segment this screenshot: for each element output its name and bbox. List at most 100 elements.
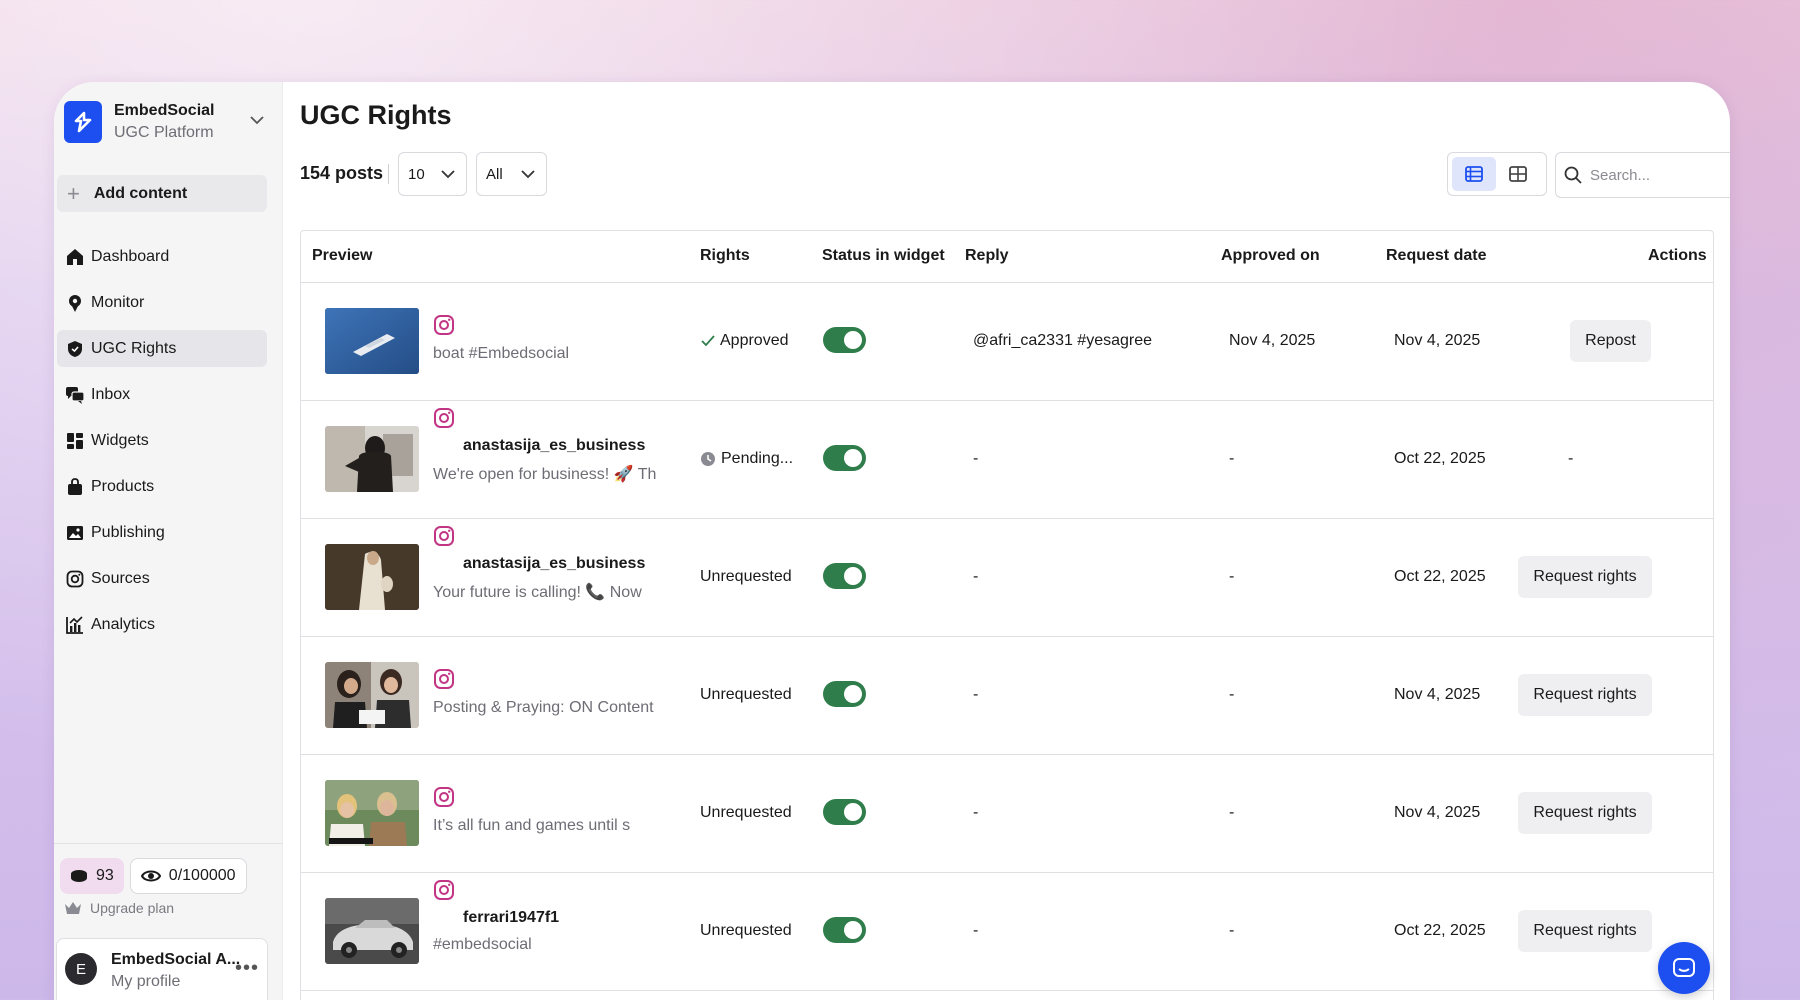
home-icon	[65, 247, 85, 267]
post-caption: boat #Embedsocial	[433, 345, 570, 362]
post-author[interactable]: anastasija_es_business	[463, 555, 645, 573]
instagram-icon	[434, 880, 454, 900]
sidebar-item-label: Analytics	[91, 615, 156, 633]
views-value: 0/100000	[168, 867, 236, 884]
list-view-icon	[1465, 166, 1483, 182]
request-date: Nov 4, 2025	[1394, 686, 1481, 703]
sidebar-item-label: Publishing	[91, 523, 165, 541]
sidebar-item-sources[interactable]: Sources	[57, 560, 267, 597]
column-header-preview: Preview	[312, 247, 373, 264]
support-chat-button[interactable]	[1658, 942, 1710, 994]
profile-card[interactable]: E EmbedSocial A... My profile •••	[56, 938, 268, 1000]
shield-icon	[65, 339, 85, 359]
list-view-button[interactable]	[1452, 157, 1496, 191]
instagram-icon	[65, 569, 85, 589]
instagram-icon	[434, 787, 454, 807]
widget-status-toggle[interactable]	[823, 445, 866, 471]
request-rights-button[interactable]: Request rights	[1518, 556, 1652, 598]
sidebar-item-label: Widgets	[91, 431, 149, 449]
search-input[interactable]	[1590, 166, 1730, 184]
table-row[interactable]: boat #Embedsocial Approved @afri_ca2331 …	[301, 283, 1713, 401]
request-date: Oct 22, 2025	[1394, 450, 1486, 467]
workspace-switcher[interactable]: EmbedSocial UGC Platform	[64, 99, 274, 145]
chat-icon	[1673, 958, 1695, 977]
widgets-icon	[65, 431, 85, 451]
post-thumbnail[interactable]	[325, 544, 419, 610]
repost-button[interactable]: Repost	[1570, 320, 1651, 362]
toolbar-divider	[388, 164, 389, 184]
widget-status-toggle[interactable]	[823, 917, 866, 943]
instagram-icon	[434, 669, 454, 689]
post-thumbnail[interactable]	[325, 662, 419, 728]
approved-on-date: -	[1229, 568, 1235, 585]
request-rights-button[interactable]: Request rights	[1518, 792, 1652, 834]
post-caption: #embedsocial	[433, 936, 532, 953]
per-page-select[interactable]: 10	[398, 152, 467, 196]
widget-status-toggle[interactable]	[823, 563, 866, 589]
post-thumbnail[interactable]	[325, 308, 419, 374]
brand-subtitle: UGC Platform	[114, 124, 214, 141]
request-rights-button[interactable]: Request rights	[1518, 674, 1652, 716]
column-header-status: Status in widget	[822, 247, 945, 264]
sidebar-item-ugc-rights[interactable]: UGC Rights	[57, 330, 267, 367]
sidebar-item-products[interactable]: Products	[57, 468, 267, 505]
search-icon	[1564, 166, 1582, 184]
credits-badge[interactable]: 93	[60, 858, 124, 894]
post-author[interactable]: ferrari1947f1	[463, 909, 559, 927]
column-header-reply: Reply	[965, 247, 1009, 264]
table-header: Preview Rights Status in widget Reply Ap…	[301, 231, 1713, 283]
grid-view-button[interactable]	[1496, 157, 1540, 191]
post-thumbnail[interactable]	[325, 780, 419, 846]
post-caption: We're open for business! 🚀 Th	[433, 466, 657, 483]
bag-icon	[65, 477, 85, 497]
add-content-label: Add content	[93, 184, 188, 202]
image-icon	[65, 523, 85, 543]
add-content-button[interactable]: + Add content	[57, 175, 267, 212]
post-thumbnail[interactable]	[325, 426, 419, 492]
widget-status-toggle[interactable]	[823, 799, 866, 825]
rights-status: Unrequested	[700, 804, 792, 821]
table-row[interactable]: anastasija_es_business We're open for bu…	[301, 401, 1713, 519]
analytics-icon	[65, 615, 85, 635]
post-caption: It’s all fun and games until s	[433, 817, 631, 834]
sidebar-divider	[54, 843, 283, 844]
table-row[interactable]: Posting & Praying: ON Content Unrequeste…	[301, 637, 1713, 755]
sidebar-item-monitor[interactable]: Monitor	[57, 284, 267, 321]
table-row[interactable]: anastasija_es_business Your future is ca…	[301, 519, 1713, 637]
credits-value: 93	[96, 867, 114, 884]
widget-status-toggle[interactable]	[823, 681, 866, 707]
sidebar-item-publishing[interactable]: Publishing	[57, 514, 267, 551]
rights-status: Unrequested	[700, 922, 792, 939]
column-header-request-date: Request date	[1386, 247, 1487, 264]
instagram-icon	[434, 408, 454, 428]
profile-name: EmbedSocial A...	[111, 951, 241, 968]
rights-status: Pending...	[700, 450, 793, 468]
request-rights-button[interactable]: Request rights	[1518, 910, 1652, 952]
post-author[interactable]: anastasija_es_business	[463, 437, 645, 455]
views-badge[interactable]: 0/100000	[129, 858, 247, 894]
column-header-rights: Rights	[700, 247, 750, 264]
sidebar-item-analytics[interactable]: Analytics	[57, 606, 267, 643]
request-date: Oct 22, 2025	[1394, 568, 1486, 585]
plus-icon: +	[67, 180, 80, 206]
sidebar-item-inbox[interactable]: Inbox	[57, 376, 267, 413]
table-row[interactable]: It’s all fun and games until s Unrequest…	[301, 755, 1713, 873]
sidebar-item-label: Dashboard	[91, 247, 170, 265]
view-toggle	[1447, 152, 1547, 196]
filter-select[interactable]: All	[476, 152, 547, 196]
sidebar-item-dashboard[interactable]: Dashboard	[57, 238, 267, 275]
more-options-icon[interactable]: •••	[235, 957, 259, 980]
upgrade-plan-link[interactable]: Upgrade plan	[64, 900, 174, 916]
post-thumbnail[interactable]	[325, 898, 419, 964]
upgrade-plan-label: Upgrade plan	[90, 900, 175, 916]
table-row[interactable]: ferrari1947f1 #embedsocial Unrequested -…	[301, 873, 1713, 991]
sidebar-item-widgets[interactable]: Widgets	[57, 422, 267, 459]
avatar: E	[65, 953, 97, 985]
column-header-approved-on: Approved on	[1221, 247, 1320, 264]
crown-icon	[65, 902, 81, 914]
reply-text: -	[973, 450, 979, 467]
column-header-actions: Actions	[1648, 247, 1707, 264]
sidebar-item-label: Products	[91, 477, 155, 495]
widget-status-toggle[interactable]	[823, 327, 866, 353]
usage-counters: 93 0/100000	[60, 858, 247, 894]
